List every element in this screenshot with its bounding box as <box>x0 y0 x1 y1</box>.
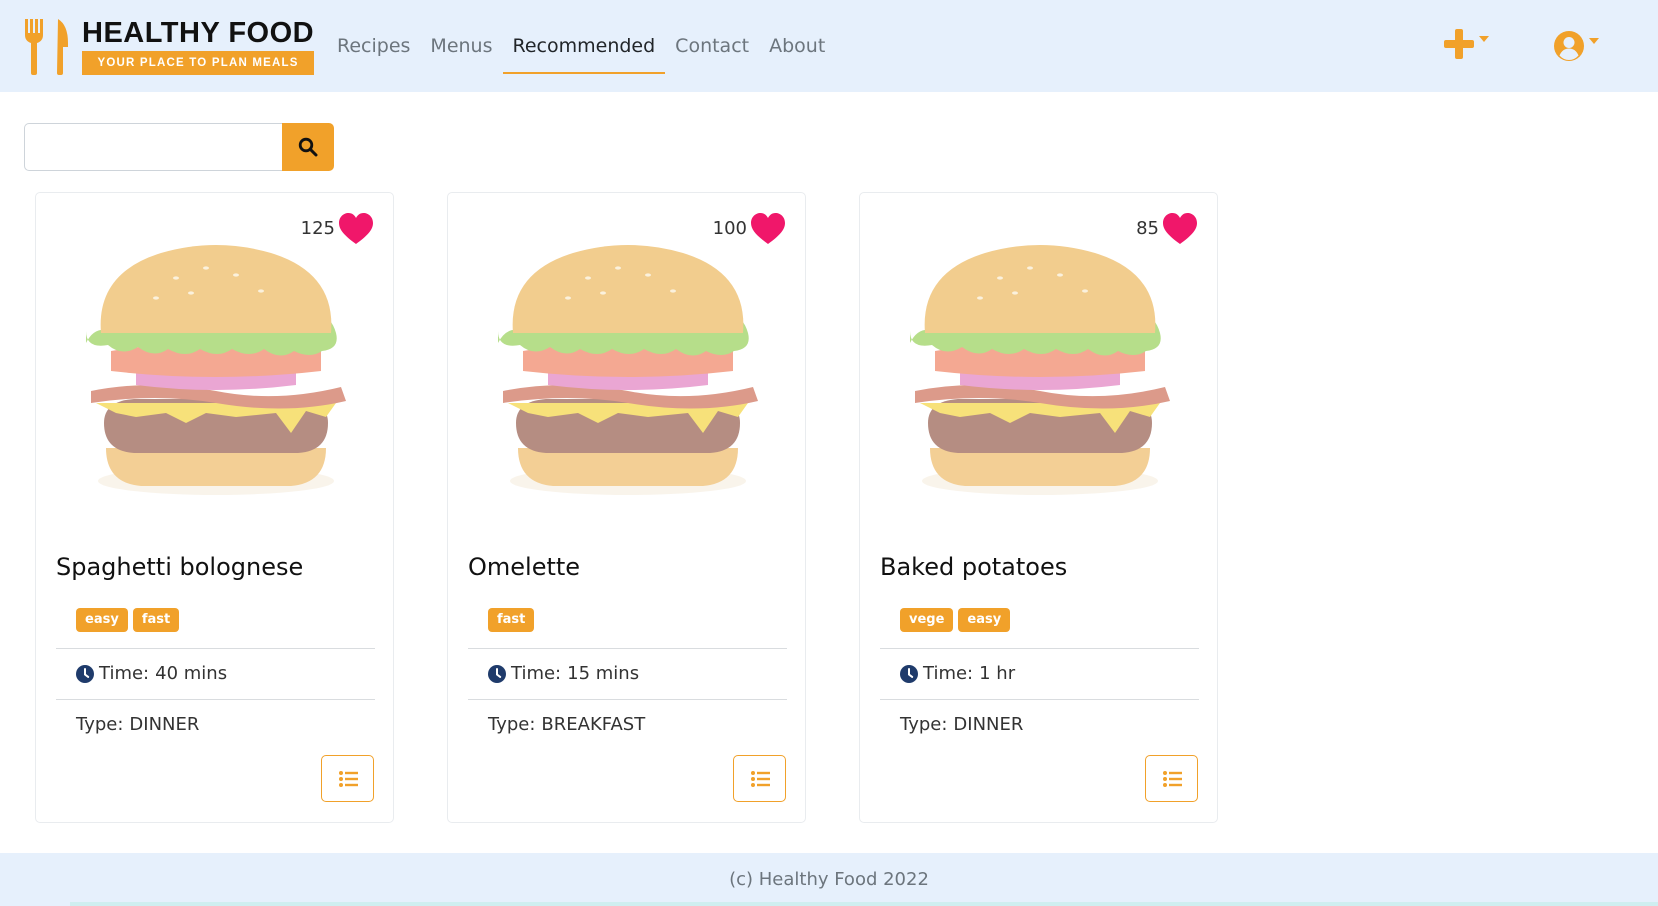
likes-count: 85 <box>1136 218 1159 239</box>
list-icon <box>1162 770 1182 787</box>
search-input[interactable] <box>24 123 282 171</box>
likes-count: 125 <box>300 218 335 239</box>
main-nav: Recipes Menus Recommended Contact About <box>327 30 835 74</box>
type-row: Type: BREAKFAST <box>488 714 645 735</box>
recipe-title: Baked potatoes <box>880 553 1068 581</box>
likes-count: 100 <box>712 218 747 239</box>
recipe-details-button[interactable] <box>321 755 374 802</box>
time-row: Time: 15 mins <box>488 663 639 684</box>
search-button[interactable] <box>282 123 334 171</box>
type-value: DINNER <box>953 714 1024 735</box>
type-label: Type: <box>488 714 536 735</box>
tag-badge: easy <box>76 608 128 632</box>
navbar: HEALTHY FOOD YOUR PLACE TO PLAN MEALS Re… <box>0 0 1658 92</box>
brand-tagline: YOUR PLACE TO PLAN MEALS <box>82 50 315 75</box>
nav-about[interactable]: About <box>759 30 835 74</box>
nav-recommended[interactable]: Recommended <box>502 30 666 74</box>
plus-icon <box>1444 29 1474 59</box>
search-icon <box>298 137 318 157</box>
add-dropdown-button[interactable] <box>1443 28 1489 60</box>
likes: 125 <box>301 213 373 244</box>
tag-list: vege easy <box>900 608 1011 632</box>
tag-list: fast <box>488 608 535 632</box>
type-value: BREAKFAST <box>541 714 646 735</box>
recipe-title: Omelette <box>468 553 581 581</box>
clock-icon <box>76 664 94 683</box>
recipe-image <box>498 245 758 495</box>
recipe-card: 85 Baked potatoes vege easy Time: 1 hr T… <box>859 192 1218 823</box>
chevron-down-icon <box>1589 38 1599 44</box>
tag-badge: vege <box>900 608 954 632</box>
heart-icon[interactable] <box>339 213 373 244</box>
time-value: 40 mins <box>155 663 228 684</box>
search-bar <box>24 123 334 171</box>
divider <box>56 648 375 649</box>
nav-contact[interactable]: Contact <box>665 30 759 74</box>
recipe-title: Spaghetti bolognese <box>56 553 304 581</box>
user-circle-icon <box>1554 31 1584 61</box>
divider <box>880 648 1199 649</box>
footer-strip <box>70 902 1658 906</box>
tag-list: easy fast <box>76 608 180 632</box>
footer: (c) Healthy Food 2022 <box>0 853 1658 906</box>
divider <box>56 699 375 700</box>
type-row: Type: DINNER <box>900 714 1023 735</box>
recipe-image <box>910 245 1170 495</box>
list-icon <box>338 770 358 787</box>
type-label: Type: <box>900 714 948 735</box>
time-label: Time: <box>923 663 974 684</box>
nav-menus[interactable]: Menus <box>420 30 502 74</box>
recipe-card: 100 Omelette fast Time: 15 mins Type: BRE… <box>447 192 806 823</box>
divider <box>468 699 787 700</box>
heart-icon[interactable] <box>1163 213 1197 244</box>
brand-title: HEALTHY FOOD <box>82 16 315 49</box>
recipe-image <box>86 245 346 495</box>
nav-recipes[interactable]: Recipes <box>327 30 420 74</box>
likes: 85 <box>1136 213 1197 244</box>
list-icon <box>750 770 770 787</box>
type-label: Type: <box>76 714 124 735</box>
recipe-details-button[interactable] <box>1145 755 1198 802</box>
tag-badge: fast <box>132 608 180 632</box>
time-row: Time: 40 mins <box>76 663 227 684</box>
divider <box>880 699 1199 700</box>
fork-knife-icon <box>25 19 68 75</box>
recipe-details-button[interactable] <box>733 755 786 802</box>
tag-badge: easy <box>958 608 1011 632</box>
likes: 100 <box>713 213 785 244</box>
time-value: 1 hr <box>979 663 1016 684</box>
time-label: Time: <box>99 663 150 684</box>
time-value: 15 mins <box>567 663 640 684</box>
time-label: Time: <box>511 663 562 684</box>
type-value: DINNER <box>129 714 200 735</box>
clock-icon <box>900 664 918 683</box>
chevron-down-icon <box>1479 36 1489 42</box>
divider <box>468 648 787 649</box>
footer-copyright: (c) Healthy Food 2022 <box>729 869 929 890</box>
heart-icon[interactable] <box>751 213 785 244</box>
brand-logo[interactable]: HEALTHY FOOD YOUR PLACE TO PLAN MEALS <box>22 16 315 76</box>
time-row: Time: 1 hr <box>900 663 1015 684</box>
tag-badge: fast <box>488 608 535 632</box>
user-dropdown-button[interactable] <box>1553 30 1599 62</box>
clock-icon <box>488 664 506 683</box>
type-row: Type: DINNER <box>76 714 199 735</box>
recipe-card: 125 Spaghetti bolognese easy fast Time: … <box>35 192 394 823</box>
